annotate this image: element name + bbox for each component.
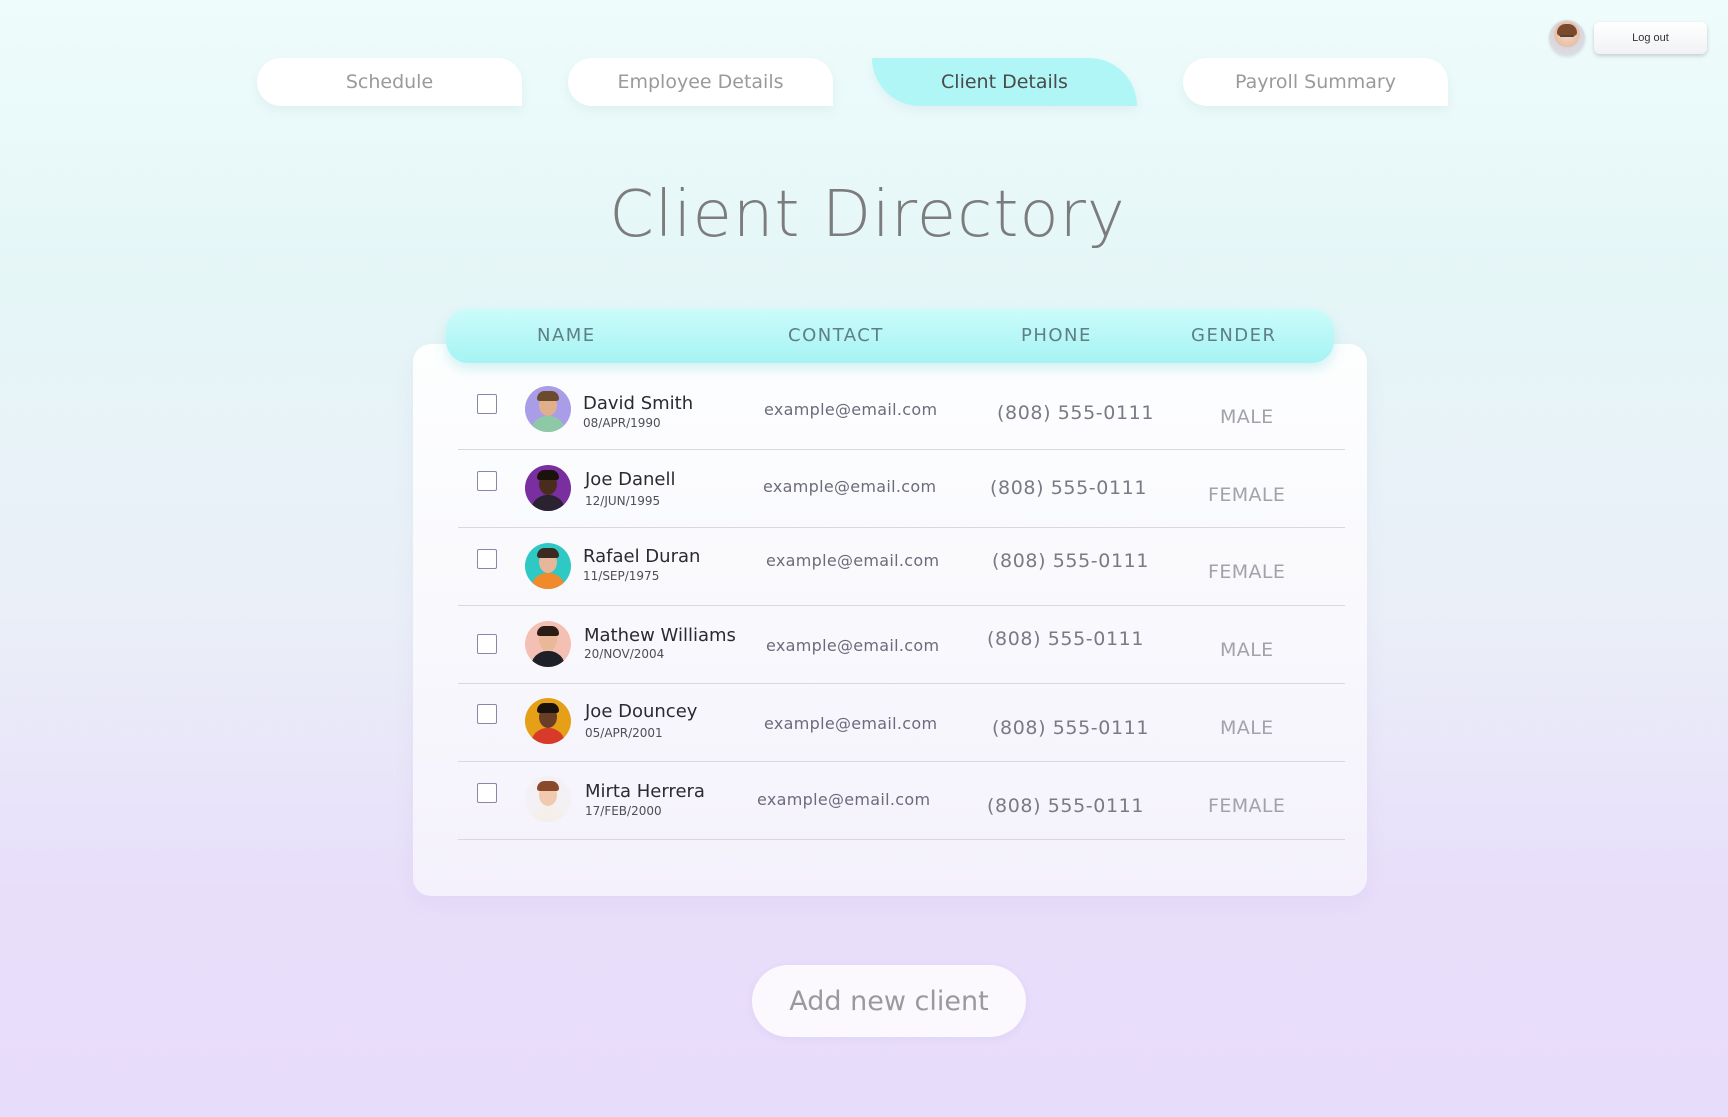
- column-header-contact[interactable]: CONTACT: [788, 325, 884, 346]
- table-row[interactable]: Mathew Williams 20/NOV/2004 example@emai…: [458, 606, 1345, 684]
- client-avatar: [525, 621, 571, 667]
- row-checkbox[interactable]: [477, 634, 497, 654]
- column-header-gender[interactable]: GENDER: [1191, 325, 1277, 346]
- tab-label: Client Details: [941, 71, 1068, 93]
- row-checkbox[interactable]: [477, 471, 497, 491]
- client-email[interactable]: example@email.com: [766, 636, 939, 655]
- row-checkbox[interactable]: [477, 783, 497, 803]
- client-avatar: [525, 543, 571, 589]
- tab-label: Schedule: [345, 71, 434, 93]
- tab-label: Employee Details: [617, 71, 784, 93]
- column-header-phone[interactable]: PHONE: [1021, 325, 1092, 346]
- row-checkbox[interactable]: [477, 549, 497, 569]
- client-gender: FEMALE: [1208, 561, 1286, 583]
- client-name: Rafael Duran: [583, 546, 701, 567]
- add-new-client-button[interactable]: Add new client: [752, 965, 1026, 1037]
- user-avatar[interactable]: [1549, 20, 1585, 56]
- client-avatar: [525, 776, 571, 822]
- client-email[interactable]: example@email.com: [757, 790, 930, 809]
- client-phone: (808) 555-0111: [987, 795, 1145, 817]
- client-gender: FEMALE: [1208, 484, 1286, 506]
- client-email[interactable]: example@email.com: [766, 551, 939, 570]
- client-dob: 05/APR/2001: [585, 726, 663, 740]
- tab-label: Payroll Summary: [1235, 71, 1396, 93]
- client-gender: MALE: [1220, 406, 1274, 428]
- client-dob: 12/JUN/1995: [585, 494, 661, 508]
- client-phone: (808) 555-0111: [997, 402, 1155, 424]
- client-email[interactable]: example@email.com: [764, 714, 937, 733]
- client-gender: MALE: [1220, 717, 1274, 739]
- table-row[interactable]: Joe Douncey 05/APR/2001 example@email.co…: [458, 684, 1345, 762]
- client-email[interactable]: example@email.com: [763, 477, 936, 496]
- page-title: Client Directory: [609, 178, 1126, 252]
- client-avatar: [525, 465, 571, 511]
- client-avatar: [525, 698, 571, 744]
- client-name: Joe Douncey: [585, 701, 698, 722]
- client-gender: MALE: [1220, 639, 1274, 661]
- table-row[interactable]: Rafael Duran 11/SEP/1975 example@email.c…: [458, 528, 1345, 606]
- tab-client-details[interactable]: Client Details: [872, 58, 1137, 106]
- client-phone: (808) 555-0111: [990, 477, 1148, 499]
- client-email[interactable]: example@email.com: [764, 400, 937, 419]
- table-row[interactable]: David Smith 08/APR/1990 example@email.co…: [458, 372, 1345, 450]
- client-name: Mirta Herrera: [585, 781, 705, 802]
- client-name: Mathew Williams: [584, 625, 736, 646]
- client-avatar: [525, 386, 571, 432]
- table-header: NAME CONTACT PHONE GENDER: [446, 309, 1334, 363]
- client-dob: 08/APR/1990: [583, 416, 661, 430]
- client-name: David Smith: [583, 393, 694, 414]
- table-row[interactable]: Mirta Herrera 17/FEB/2000 example@email.…: [458, 762, 1345, 840]
- row-checkbox[interactable]: [477, 704, 497, 724]
- client-dob: 17/FEB/2000: [585, 804, 662, 818]
- tab-employee-details[interactable]: Employee Details: [568, 58, 833, 106]
- table-row[interactable]: Joe Danell 12/JUN/1995 example@email.com…: [458, 450, 1345, 528]
- client-gender: FEMALE: [1208, 795, 1286, 817]
- client-phone: (808) 555-0111: [992, 717, 1150, 739]
- client-phone: (808) 555-0111: [992, 550, 1150, 572]
- tab-payroll-summary[interactable]: Payroll Summary: [1183, 58, 1448, 106]
- client-dob: 11/SEP/1975: [583, 569, 660, 583]
- client-name: Joe Danell: [585, 469, 676, 490]
- column-header-name[interactable]: NAME: [537, 325, 596, 346]
- row-checkbox[interactable]: [477, 394, 497, 414]
- logout-button[interactable]: Log out: [1594, 22, 1707, 54]
- client-dob: 20/NOV/2004: [584, 647, 665, 661]
- tab-schedule[interactable]: Schedule: [257, 58, 522, 106]
- client-phone: (808) 555-0111: [987, 628, 1145, 650]
